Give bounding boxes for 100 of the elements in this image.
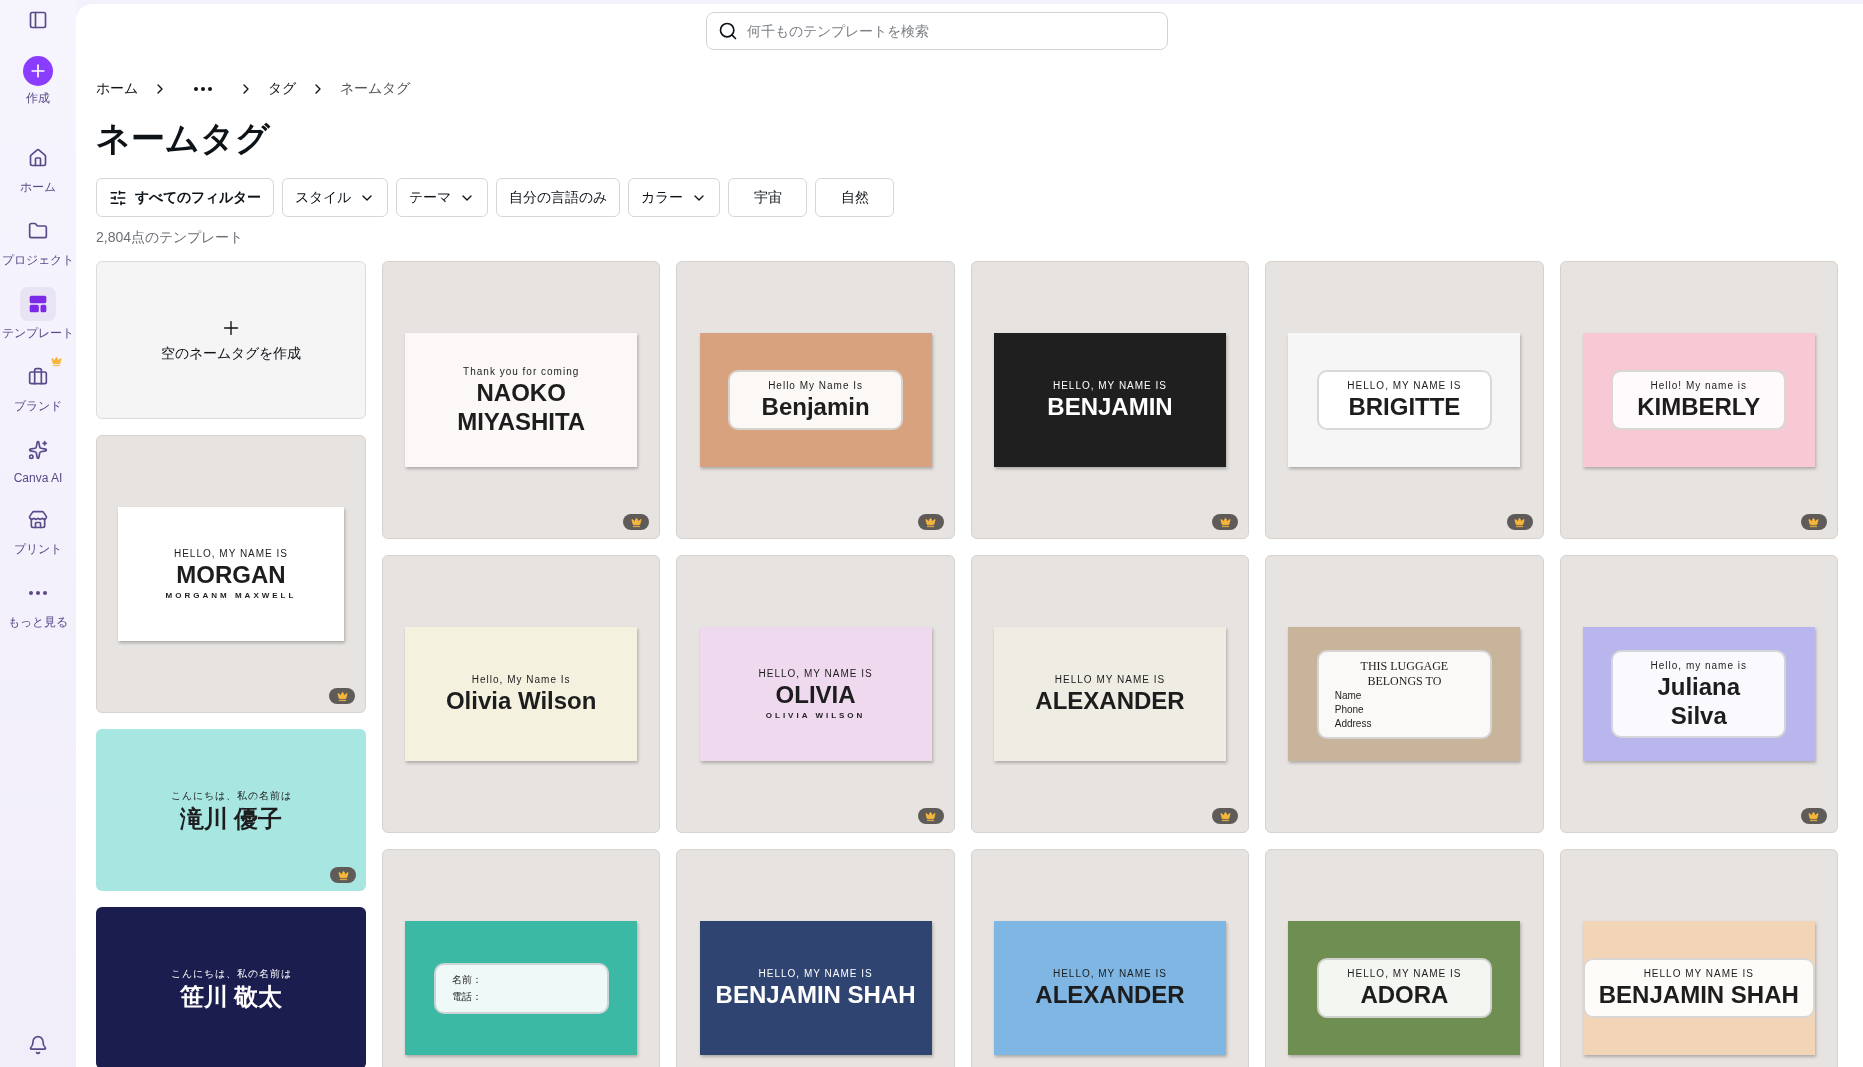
tag-text: THIS LUGGAGE <box>1360 659 1449 672</box>
template-card[interactable]: HELLO, MY NAME IS MORGAN MORGANM MAXWELL <box>96 435 366 713</box>
filter-button[interactable]: 宇宙 <box>728 178 807 217</box>
store-icon <box>28 510 48 530</box>
tag-text: Hello, my name is <box>1650 660 1747 672</box>
tag-text: HELLO MY NAME IS <box>1054 674 1166 686</box>
tag-text: Hello! My name is <box>1650 380 1747 392</box>
sidebar-item[interactable]: ブランド <box>14 360 62 415</box>
template-card[interactable]: Hello! My name is KIMBERLY <box>1559 261 1838 539</box>
template-card[interactable]: HELLO, MY NAME IS OLIVIA OLIVIA WILSON <box>676 555 955 833</box>
tag-text: MORGAN <box>176 562 286 588</box>
crown-icon <box>630 516 642 528</box>
tag-text: Silva <box>1670 702 1727 728</box>
template-card[interactable]: HELLO, MY NAME IS BENJAMIN <box>970 261 1250 539</box>
filter-button[interactable]: カラー <box>628 178 720 217</box>
crown-icon <box>925 516 937 528</box>
tag-text: 電話： <box>451 989 482 1004</box>
sidebar-toggle-icon[interactable] <box>28 10 48 30</box>
sidebar-item[interactable]: プロジェクト <box>2 214 74 269</box>
tag-text: HELLO, MY NAME IS <box>1052 968 1167 980</box>
search-icon <box>718 21 738 41</box>
crown-icon <box>1808 810 1820 822</box>
template-icon <box>28 294 48 314</box>
template-card[interactable]: HELLO, MY NAME IS ADORA <box>1265 849 1544 1067</box>
template-count: 2,804点のテンプレート <box>96 229 245 247</box>
tag-text: OLIVIA WILSON <box>765 710 866 720</box>
tag-text: Benjamin <box>761 394 870 420</box>
template-card[interactable]: Thank you for coming NAOKO MIYASHITA <box>382 261 661 539</box>
filter-button[interactable]: 自分の言語のみ <box>496 178 620 217</box>
tag-text: ALEXANDER <box>1035 688 1185 714</box>
sidebar-item[interactable]: ホーム <box>20 141 56 196</box>
more-icon <box>29 591 47 595</box>
filter-button[interactable]: テーマ <box>396 178 488 217</box>
template-card[interactable]: HELLO, MY NAME IS BRIGITTE <box>1265 261 1544 539</box>
tag-text: HELLO, MY NAME IS <box>173 548 289 560</box>
tag-text: KIMBERLY <box>1637 394 1761 420</box>
crown-icon <box>336 690 348 702</box>
sparkle-icon <box>28 440 48 460</box>
filter-button[interactable]: すべてのフィルター <box>96 178 274 217</box>
breadcrumb-link[interactable]: タグ <box>268 80 296 98</box>
sidebar-item[interactable]: Canva AI <box>13 433 63 485</box>
breadcrumb-link[interactable]: ホーム <box>96 80 138 98</box>
tag-text: MIYASHITA <box>457 408 586 434</box>
sidebar-item[interactable]: もっと見る <box>8 576 68 631</box>
more-icon[interactable] <box>194 87 212 91</box>
tag-text: Thank you for coming <box>463 366 580 378</box>
sidebar-item[interactable]: プリント <box>14 503 62 558</box>
tag-text: BENJAMIN SHAH <box>1598 982 1799 1008</box>
folder-icon <box>28 221 48 241</box>
template-card[interactable]: HELLO, MY NAME IS ALEXANDER <box>970 849 1250 1067</box>
tag-text: Juliana <box>1657 674 1741 700</box>
tag-text: BRIGITTE <box>1348 394 1461 420</box>
template-card[interactable]: Hello My Name Is Benjamin <box>676 261 955 539</box>
tag-text: MORGANM MAXWELL <box>165 590 297 600</box>
template-card[interactable]: Hello, My Name Is Olivia Wilson <box>382 555 661 833</box>
tag-text: Phone <box>1334 703 1364 715</box>
template-card[interactable]: THIS LUGGAGE BELONGS TO Name Phone Address <box>1265 555 1544 833</box>
template-card[interactable]: HELLO MY NAME IS ALEXANDER <box>970 555 1250 833</box>
template-card[interactable]: HELLO, MY NAME IS BENJAMIN SHAH <box>676 849 955 1067</box>
template-card[interactable]: HELLO MY NAME IS BENJAMIN SHAH <box>1559 849 1838 1067</box>
crown-icon <box>337 869 349 881</box>
tag-text: HELLO, MY NAME IS <box>758 668 873 680</box>
briefcase-icon <box>28 367 48 387</box>
filter-button[interactable]: スタイル <box>282 178 388 217</box>
breadcrumb-link[interactable]: ネームタグ <box>340 80 410 98</box>
tag-text: HELLO MY NAME IS <box>1643 968 1754 980</box>
tag-text: NAOKO <box>476 380 566 406</box>
tag-text: BENJAMIN <box>1047 394 1173 420</box>
home-icon <box>28 148 48 168</box>
create-blank-card[interactable]: 空のネームタグを作成 <box>96 261 366 419</box>
filter-button[interactable]: 自然 <box>815 178 894 217</box>
tag-text: Olivia Wilson <box>445 688 597 714</box>
page-title: ネームタグ <box>96 118 272 159</box>
tag-text: ADORA <box>1360 982 1449 1008</box>
tag-text: HELLO, MY NAME IS <box>1347 968 1462 980</box>
tag-text: こんにちは、私の名前は <box>170 788 292 803</box>
tag-text: 笹川 敬太 <box>179 983 283 1010</box>
tag-text: BENJAMIN SHAH <box>715 982 916 1008</box>
crown-icon <box>1219 516 1231 528</box>
tag-text: Address <box>1334 717 1372 729</box>
template-card[interactable]: Hello, my name is Juliana Silva <box>1559 555 1838 833</box>
crown-icon <box>1514 516 1526 528</box>
template-card[interactable]: 名前： 電話： <box>382 849 661 1067</box>
filter-icon <box>109 188 127 207</box>
crown-icon <box>925 810 937 822</box>
search-field[interactable]: 何千ものテンプレートを検索 <box>706 12 1168 50</box>
tag-text: OLIVIA <box>775 682 856 708</box>
tag-text: HELLO, MY NAME IS <box>1347 380 1462 392</box>
tag-text: BELONGS TO <box>1367 674 1442 687</box>
tag-text: 名前： <box>451 972 482 987</box>
tag-text: Name <box>1334 689 1362 701</box>
tag-text: HELLO, MY NAME IS <box>1052 380 1167 392</box>
crown-icon <box>1219 810 1231 822</box>
sidebar-item[interactable]: テンプレート <box>2 287 74 342</box>
tag-text: Hello My Name Is <box>768 380 864 392</box>
tag-text: こんにちは、私の名前は <box>170 966 292 981</box>
tag-text: 滝川 優子 <box>179 805 283 832</box>
tag-text: Hello, My Name Is <box>471 674 571 686</box>
crown-icon <box>1808 516 1820 528</box>
notification-bell-icon[interactable] <box>28 1035 48 1055</box>
